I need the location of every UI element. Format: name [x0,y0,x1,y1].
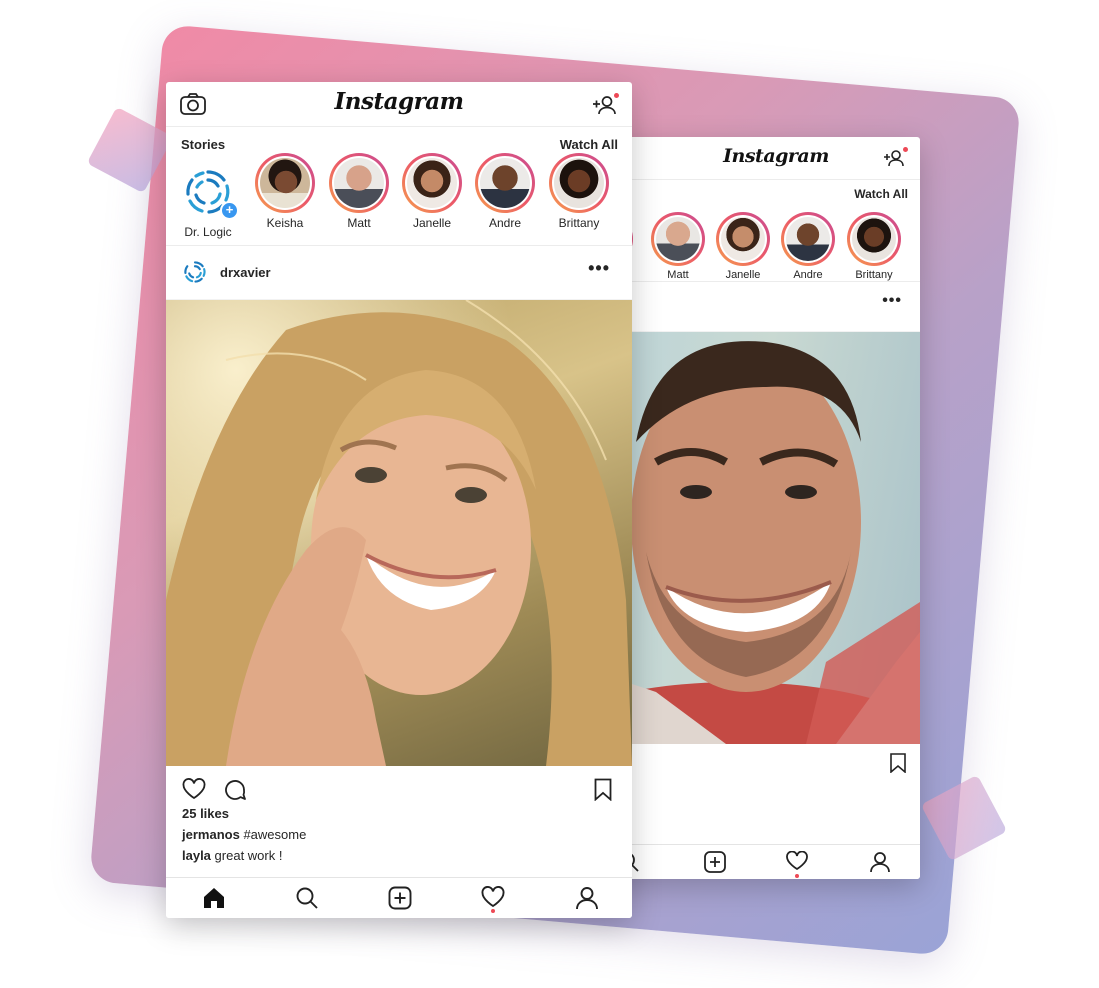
like-heart-icon[interactable] [182,778,206,800]
story-item-brittany[interactable]: Brittany [846,212,902,281]
story-item-janelle[interactable]: Janelle [715,212,771,281]
back-header: Instagram [596,137,920,180]
front-header: Instagram [166,82,632,127]
story-item-janelle[interactable]: Janelle [396,153,468,230]
story-item-brittany[interactable]: Brittany [543,153,615,230]
story-name: Andre [488,216,522,230]
notification-dot [491,909,495,913]
back-post-header: ••• [596,282,920,332]
notification-dot [795,874,799,878]
avatar [786,217,830,261]
watch-all-link[interactable]: Watch All [560,137,618,152]
comment-user[interactable]: jermanos [182,827,240,842]
add-story-badge[interactable]: + [220,201,239,220]
story-name: Matt [667,269,689,281]
more-options-button[interactable]: ••• [882,292,902,310]
activity-heart-icon[interactable] [481,886,505,910]
instagram-logo: Instagram [723,145,829,167]
bookmark-icon[interactable] [890,753,906,773]
avatar [554,158,604,208]
story-item-andre[interactable]: Andre [780,212,836,281]
profile-icon[interactable] [869,851,893,875]
bookmark-icon[interactable] [594,778,612,801]
notification-dot [903,147,908,152]
story-name: Keisha [266,216,304,230]
story-item-matt[interactable]: Matt [323,153,395,230]
add-post-icon[interactable] [388,886,412,910]
front-phone-screen: Instagram Stories Watch All + Dr. Logic … [166,82,632,918]
search-icon[interactable] [295,886,319,910]
likes-count[interactable]: 25 likes [182,806,229,821]
comment-user[interactable]: layla [182,848,211,863]
add-user-icon[interactable] [883,149,905,167]
instagram-logo: Instagram [334,88,464,115]
avatar [721,217,765,261]
avatar [260,158,310,208]
front-post-header: drxavier ••• [166,246,632,300]
post-photo[interactable] [596,332,920,744]
more-options-button[interactable]: ••• [588,258,610,279]
front-stories-header: Stories Watch All [166,127,632,153]
post-photo[interactable] [166,300,632,766]
comment-row: layla great work ! [182,848,282,863]
profile-icon[interactable] [575,886,599,910]
story-item-own[interactable]: + Dr. Logic [172,163,244,239]
story-item-andre[interactable]: Andre [469,153,541,230]
avatar [480,158,530,208]
story-item-keisha[interactable]: Keisha [249,153,321,230]
add-post-icon[interactable] [704,851,728,875]
comment-icon[interactable] [223,778,247,802]
comment-row: jermanos #awesome [182,827,306,842]
avatar [407,158,457,208]
story-name: Brittany [558,216,600,230]
add-user-icon[interactable] [592,95,616,115]
stories-title: Stories [181,137,226,152]
post-avatar[interactable] [183,260,207,284]
avatar [334,158,384,208]
story-name: Matt [347,216,371,230]
comment-text: great work ! [214,848,283,863]
front-tab-bar [166,877,632,918]
avatar [656,217,700,261]
back-phone-screen: Instagram Watch All Matt Janelle Andre B… [596,137,920,879]
post-username[interactable]: drxavier [220,265,271,280]
notification-dot [614,93,619,98]
watch-all-link[interactable]: Watch All [854,187,908,201]
avatar [852,217,896,261]
dr-logic-logo: + [178,163,239,223]
back-stories-header: Watch All [596,180,920,204]
story-name: Brittany [855,269,893,281]
front-stories-row: + Dr. Logic Keisha Matt Janelle Andre Br… [166,153,632,246]
story-name: Andre [793,269,823,281]
back-post-actions [596,744,920,784]
back-stories-row: Matt Janelle Andre Brittany [596,204,920,282]
comment-text: #awesome [243,827,307,842]
story-name: Janelle [412,216,452,230]
front-post-actions [166,766,632,808]
home-icon[interactable] [202,886,226,910]
story-item-matt[interactable]: Matt [650,212,706,281]
heart-icon[interactable] [786,850,810,875]
story-name: Janelle [725,269,761,281]
story-name: Dr. Logic [184,225,232,239]
back-tab-bar [596,844,920,879]
